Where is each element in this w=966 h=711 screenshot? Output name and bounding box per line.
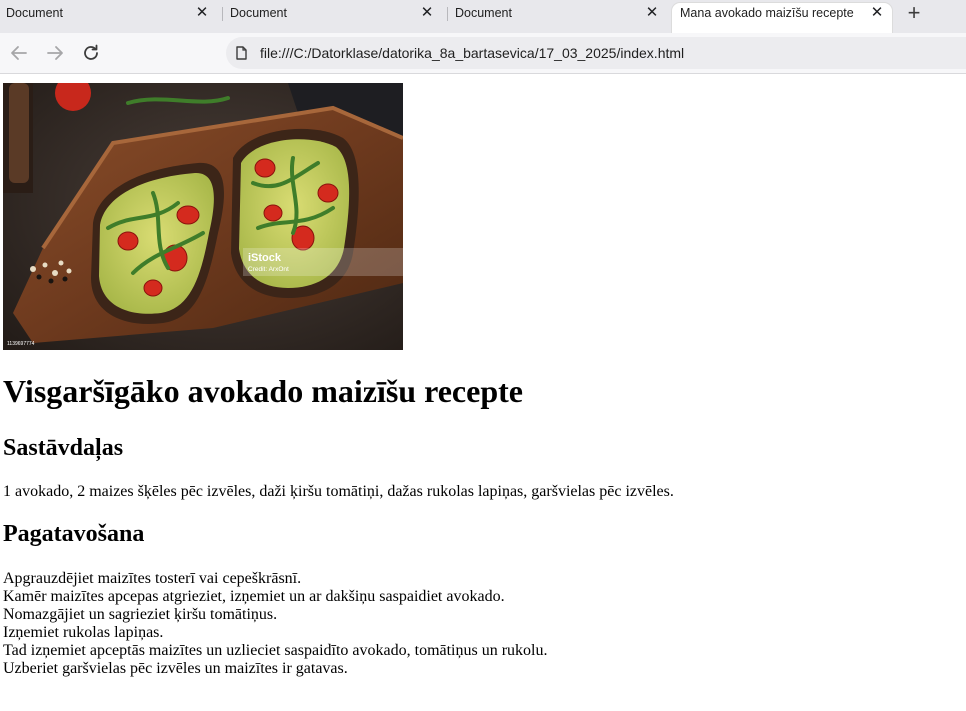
close-icon[interactable]: ✕: [643, 4, 661, 22]
stock-id: 1139697774: [7, 341, 35, 347]
tab-recipe-active[interactable]: Mana avokado maizīšu recepte ✕: [672, 3, 892, 33]
url-text: file:///C:/Datorklase/datorika_8a_bartas…: [260, 45, 685, 61]
step-line: Izņemiet rukolas lapiņas.: [3, 624, 164, 641]
tab-document-1[interactable]: Document ✕: [0, 0, 220, 27]
step-line: Uzberiet garšvielas pēc izvēles un maizī…: [3, 660, 348, 677]
ingredients-heading: Sastāvdaļas: [3, 435, 124, 461]
step-line: Tad izņemiet apceptās maizītes un uzliec…: [3, 642, 548, 659]
preparation-heading: Pagatavošana: [3, 521, 145, 547]
tab-strip: Document ✕ Document ✕ Document ✕ Mana av…: [0, 0, 966, 33]
forward-arrow-icon[interactable]: [43, 41, 67, 65]
close-icon[interactable]: ✕: [418, 4, 436, 22]
tab-separator: [222, 7, 223, 21]
watermark-credit: Credit: ArxOnt: [248, 266, 289, 273]
step-line: Kamēr maizītes apcepas atgrieziet, izņem…: [3, 588, 505, 605]
file-icon: [236, 46, 247, 60]
watermark-brand: iStock: [248, 252, 282, 264]
page-title: Visgaršīgāko avokado maizīšu recepte: [3, 373, 523, 409]
browser-toolbar: file:///C:/Datorklase/datorika_8a_bartas…: [0, 33, 966, 74]
tab-document-3[interactable]: Document ✕: [449, 0, 669, 27]
close-icon[interactable]: ✕: [193, 4, 211, 22]
step-line: Nomazgājiet un sagrieziet ķiršu tomātiņu…: [3, 606, 278, 623]
address-bar[interactable]: file:///C:/Datorklase/datorika_8a_bartas…: [226, 37, 966, 69]
new-tab-button[interactable]: +: [902, 2, 926, 26]
step-line: Apgrauzdējiet maizītes tosterī vai cepeš…: [3, 570, 302, 587]
avocado-toast-image: iStock Credit: ArxOnt 1139697774: [3, 83, 403, 350]
page-content: iStock Credit: ArxOnt 1139697774 Visgarš…: [0, 75, 966, 711]
tab-document-2[interactable]: Document ✕: [224, 0, 444, 27]
preparation-steps: Apgrauzdējiet maizītes tosterī vai cepeš…: [3, 570, 548, 678]
tab-title: Document: [455, 6, 512, 20]
tab-separator: [447, 7, 448, 21]
tab-title: Mana avokado maizīšu recepte: [680, 6, 854, 20]
back-arrow-icon[interactable]: [7, 41, 31, 65]
close-icon[interactable]: ✕: [868, 4, 886, 22]
tab-title: Document: [6, 6, 63, 20]
ingredients-text: 1 avokado, 2 maizes šķēles pēc izvēles, …: [3, 483, 674, 500]
reload-icon[interactable]: [79, 41, 103, 65]
tab-title: Document: [230, 6, 287, 20]
